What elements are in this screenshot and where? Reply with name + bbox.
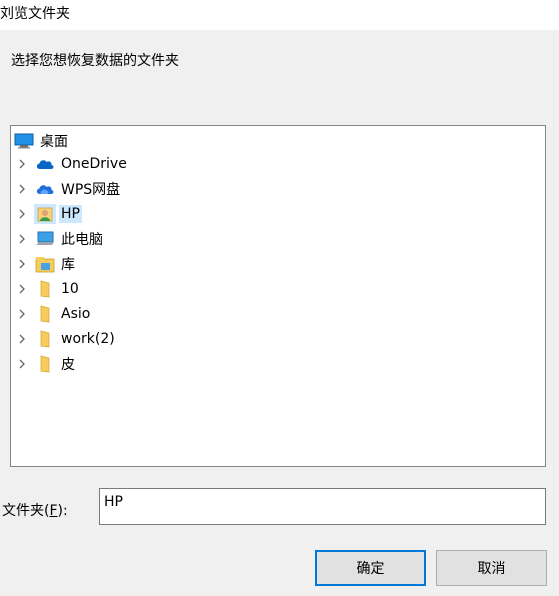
tree-item-folder-work2[interactable]: work(2) <box>11 326 531 351</box>
chevron-right-icon[interactable] <box>12 301 32 326</box>
chevron-right-icon[interactable] <box>12 226 32 251</box>
tree-item-folder-asio[interactable]: Asio <box>11 301 531 326</box>
chevron-right-icon[interactable] <box>12 276 32 301</box>
folder-icon <box>34 329 56 349</box>
tree-item-label: 10 <box>61 280 79 297</box>
computer-icon <box>34 229 56 249</box>
folder-label-prefix: 文件夹( <box>2 503 50 519</box>
desktop-icon <box>13 131 35 151</box>
tree-item-folder-10[interactable]: 10 <box>11 276 531 301</box>
folder-input[interactable]: HP <box>99 488 546 525</box>
folder-label-accesskey: F <box>49 503 58 519</box>
tree-item-label: Asio <box>61 305 91 322</box>
folder-icon <box>34 354 56 374</box>
tree-item-this-pc[interactable]: 此电脑 <box>11 226 531 251</box>
tree-item-label: WPS网盘 <box>61 181 121 198</box>
tree-item-library[interactable]: 库 <box>11 251 531 276</box>
chevron-right-icon[interactable] <box>12 351 32 376</box>
tree-item-label: HP <box>59 204 82 223</box>
tree-item-label: 桌面 <box>40 134 68 150</box>
tree-item-hp[interactable]: HP <box>11 201 531 226</box>
library-icon <box>34 254 56 274</box>
chevron-right-icon[interactable] <box>12 251 32 276</box>
title-bar: 刘览文件夹 <box>0 0 559 30</box>
folder-tree[interactable]: 桌面 OneDrive WPS网盘 HP 此电脑 库 10 Asio work(… <box>10 125 546 467</box>
tree-item-label: 此电脑 <box>61 231 103 248</box>
tree-item-label: 皮 <box>61 356 75 373</box>
folder-field-label: 文件夹(F): <box>2 500 68 520</box>
tree-item-label: 库 <box>61 256 75 273</box>
chevron-right-icon[interactable] <box>12 201 32 226</box>
tree-item-wps[interactable]: WPS网盘 <box>11 176 531 201</box>
tree-item-label: OneDrive <box>61 155 127 172</box>
tree-item-onedrive[interactable]: OneDrive <box>11 151 531 176</box>
tree-item-desktop[interactable]: 桌面 <box>13 130 70 152</box>
chevron-right-icon[interactable] <box>12 151 32 176</box>
folder-icon <box>34 279 56 299</box>
window-title: 刘览文件夹 <box>0 6 70 22</box>
folder-icon <box>34 304 56 324</box>
folder-label-suffix: ): <box>57 503 68 519</box>
tree-item-label: work(2) <box>61 330 115 347</box>
onedrive-cloud-icon <box>34 154 56 174</box>
wps-cloud-icon <box>34 179 56 199</box>
chevron-right-icon[interactable] <box>12 176 32 201</box>
chevron-right-icon[interactable] <box>12 326 32 351</box>
ok-button[interactable]: 确定 <box>315 550 426 586</box>
tree-item-folder-pi[interactable]: 皮 <box>11 351 531 376</box>
cancel-button[interactable]: 取消 <box>436 550 547 586</box>
instruction-text: 选择您想恢复数据的文件夹 <box>11 53 179 69</box>
user-folder-icon <box>34 203 56 224</box>
